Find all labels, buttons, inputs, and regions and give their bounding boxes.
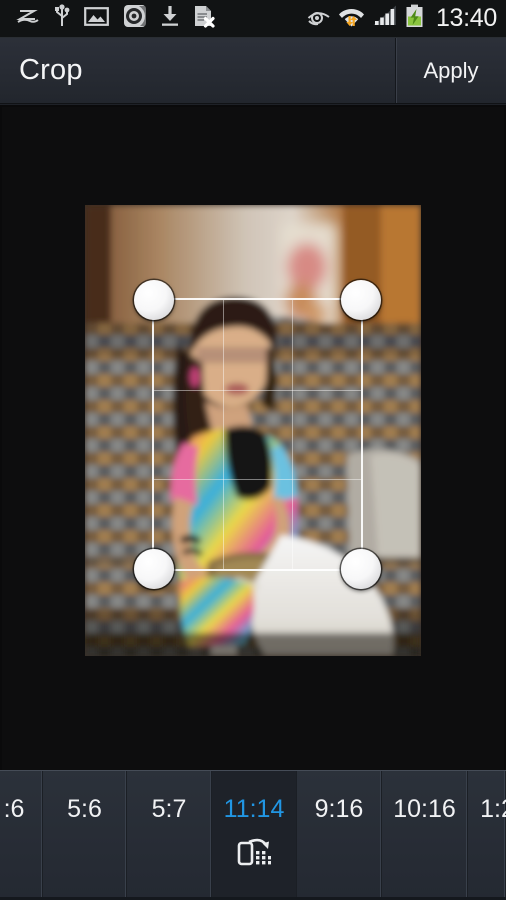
crop-grid-line-horizontal-2 — [154, 479, 361, 481]
usb-icon — [54, 4, 70, 33]
status-bar: 13:40 — [0, 0, 506, 38]
signature-scribble-icon — [16, 5, 40, 32]
crop-handle-top-left[interactable] — [134, 280, 174, 320]
battery-charging-icon — [405, 4, 424, 33]
canvas-inner — [2, 107, 504, 770]
ratio-option-10-16[interactable]: 10:16 — [382, 771, 468, 900]
ratio-option-9-16[interactable]: 9:16 — [297, 771, 382, 900]
selected-ratio-notch — [243, 771, 265, 781]
ratio-option-label: 5:6 — [67, 795, 102, 823]
app-title-bar: Crop Apply — [0, 38, 506, 104]
status-bar-clock: 13:40 — [435, 4, 497, 32]
ratio-option-label: 11:14 — [223, 795, 285, 823]
smart-stay-eye-icon — [307, 6, 331, 31]
crop-handle-top-right[interactable] — [341, 280, 381, 320]
ratio-option-5-6[interactable]: 5:6 — [43, 771, 127, 900]
ratio-option-11-14[interactable]: 11:14 — [212, 771, 297, 900]
crop-handle-bottom-right[interactable] — [341, 549, 381, 589]
ratio-option-5-7[interactable]: 5:7 — [127, 771, 212, 900]
crop-grid-line-vertical-2 — [291, 300, 293, 569]
ratio-option-label: 10:16 — [393, 795, 456, 823]
wifi-transfer-icon — [338, 4, 365, 33]
image-editor-canvas[interactable] — [0, 104, 506, 770]
ratio-option-1-2[interactable]: 1:2 — [468, 771, 506, 900]
ratio-option-label: :6 — [3, 795, 25, 823]
screen-recorder-icon — [123, 4, 147, 33]
document-error-icon — [193, 4, 215, 33]
apply-button-label: Apply — [423, 57, 479, 83]
image-icon — [84, 6, 109, 32]
status-bar-right-icons: 13:40 — [307, 4, 497, 33]
ratio-option-label: 5:7 — [151, 795, 187, 823]
rotate-orientation-icon[interactable] — [237, 836, 271, 866]
ratio-option--6[interactable]: :6 — [0, 771, 43, 900]
crop-handle-bottom-left[interactable] — [134, 549, 174, 589]
download-icon — [161, 4, 179, 33]
ratio-option-label: 1:2 — [480, 795, 506, 823]
status-bar-left-icons — [16, 4, 307, 33]
crop-selection-frame[interactable] — [134, 280, 381, 589]
cellular-signal-icon — [372, 4, 398, 33]
ratio-option-label: 9:16 — [314, 795, 364, 823]
crop-grid-line-horizontal-1 — [154, 389, 361, 391]
page-title: Crop — [19, 54, 83, 86]
title-bar-left: Crop — [0, 38, 395, 103]
apply-button[interactable]: Apply — [395, 38, 506, 103]
crop-grid-line-vertical-1 — [222, 300, 224, 569]
aspect-ratio-bar[interactable]: :6 5:6 5:7 11:14 9:16 10:16 1:2 — [0, 770, 506, 900]
